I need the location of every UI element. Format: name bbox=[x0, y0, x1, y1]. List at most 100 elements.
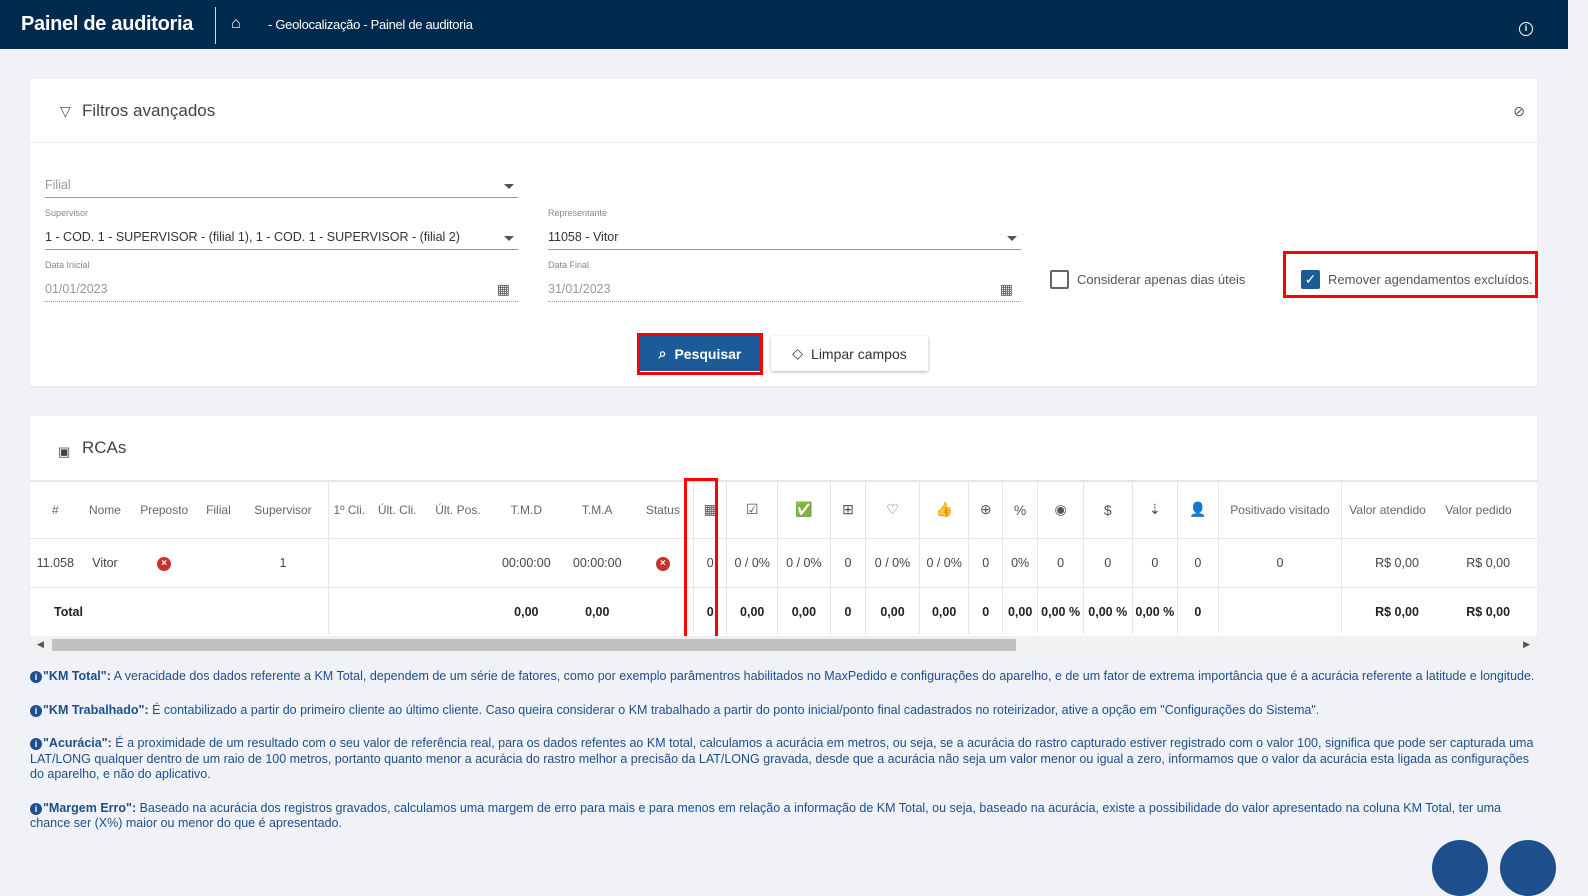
table-cell: 0 bbox=[1082, 538, 1133, 588]
representante-value: 11058 - Vitor bbox=[548, 230, 619, 244]
column-header[interactable]: 👤 bbox=[1177, 480, 1219, 539]
column-header[interactable]: T.M.D bbox=[490, 480, 562, 539]
table-cell bbox=[369, 538, 426, 588]
column-header[interactable]: Valor atendido bbox=[1341, 480, 1433, 539]
chevron-down-icon bbox=[504, 184, 514, 189]
home-icon[interactable]: ⌂ bbox=[231, 15, 241, 33]
floating-button[interactable] bbox=[1500, 840, 1556, 896]
table-cell: 1 bbox=[237, 538, 329, 588]
remover-excluidos-checkbox[interactable]: ✓ bbox=[1301, 270, 1320, 289]
dias-uteis-checkbox[interactable] bbox=[1050, 270, 1069, 289]
table-cell: 0 bbox=[1217, 538, 1342, 588]
column-header[interactable]: Filial bbox=[199, 480, 238, 539]
column-header[interactable]: Em a bbox=[1524, 480, 1537, 539]
filial-select[interactable]: Filial bbox=[45, 174, 518, 198]
clear-button[interactable]: ◇ Limpar campos bbox=[771, 336, 928, 371]
table-cell bbox=[1524, 587, 1537, 634]
rcas-header: ▣ RCAs bbox=[30, 416, 1537, 480]
note-paragraph: i "KM Trabalhado": É contabilizado a part… bbox=[30, 703, 1540, 719]
table-cell: 0 / 0% bbox=[777, 538, 831, 588]
column-header[interactable]: # bbox=[30, 480, 81, 539]
remover-excluidos-label: Remover agendamentos excluídos. bbox=[1328, 272, 1533, 287]
table-cell: 0,00 bbox=[561, 587, 633, 634]
column-header[interactable]: % bbox=[1001, 480, 1038, 539]
note-term: "Acurácia": bbox=[43, 736, 112, 750]
calendar-icon[interactable]: ▦ bbox=[497, 281, 510, 298]
representante-label: Representante bbox=[548, 208, 608, 218]
column-header[interactable]: Preposto bbox=[129, 480, 200, 539]
info-icon[interactable]: i bbox=[1519, 22, 1533, 36]
table-cell: 0,00 bbox=[726, 587, 778, 634]
table-cell: 0 bbox=[968, 587, 1003, 634]
horizontal-scrollbar[interactable]: ◀ ▶ bbox=[30, 636, 1537, 653]
percent-icon: % bbox=[1013, 501, 1027, 518]
thumbs-up-icon: 👍 bbox=[935, 501, 953, 518]
column-header[interactable]: Nome bbox=[80, 480, 130, 539]
clear-button-label: Limpar campos bbox=[811, 345, 907, 362]
rcas-table-wrapper: # Nome Preposto Filial Supervisor 1º Cli. Últ.… bbox=[30, 480, 1537, 634]
table-cell: Total bbox=[30, 587, 83, 634]
floating-button[interactable] bbox=[1432, 840, 1488, 896]
column-header[interactable]: 1º Cli. bbox=[328, 480, 370, 539]
column-header[interactable]: ⊞ bbox=[829, 480, 866, 539]
scrollbar-thumb[interactable] bbox=[52, 639, 1016, 651]
search-button[interactable]: ⌕ Pesquisar bbox=[640, 336, 760, 371]
rcas-title: RCAs bbox=[82, 438, 127, 457]
eye-off-icon[interactable]: ⊘ bbox=[1513, 103, 1525, 120]
filter-icon: ▽ bbox=[60, 103, 71, 119]
column-header[interactable]: ⇣ bbox=[1131, 480, 1178, 539]
table-row: 11.058 Vitor × 1 00:00:00 00:00:00 × 0 0 / 0% 0 /… bbox=[30, 538, 1537, 588]
table-cell: 0 bbox=[1037, 538, 1084, 588]
column-header[interactable]: Valor pedido bbox=[1432, 480, 1525, 539]
table-cell: R$ 0,00 bbox=[1341, 587, 1433, 634]
column-header[interactable]: Supervisor bbox=[237, 480, 329, 539]
note-paragraph: i "KM Total": A veracidade dos dados refe… bbox=[30, 669, 1540, 685]
table-cell bbox=[237, 587, 329, 634]
table-cell: 00:00:00 bbox=[490, 538, 562, 588]
table-cell bbox=[425, 587, 491, 634]
table-cell: 0 / 0% bbox=[726, 538, 778, 588]
table-cell: R$ 0,00 bbox=[1341, 538, 1433, 588]
sort-desc-icon: ⇣ bbox=[1148, 501, 1161, 518]
notes-section: i "KM Total": A veracidade dos dados refe… bbox=[30, 669, 1540, 850]
note-text: É a proximidade de um resultado com o se… bbox=[30, 736, 1534, 781]
table-cell: 11.058 bbox=[30, 538, 81, 588]
table-cell: 0,00 bbox=[490, 587, 562, 634]
column-header[interactable]: $ bbox=[1082, 480, 1133, 539]
plus-square-icon: ⊞ bbox=[842, 501, 854, 518]
column-header[interactable]: 👍 bbox=[918, 480, 969, 539]
column-header[interactable]: ◉ bbox=[1037, 480, 1084, 539]
info-icon: i bbox=[30, 802, 42, 815]
plus-circle-icon: ⊕ bbox=[979, 501, 992, 518]
scroll-left-icon[interactable]: ◀ bbox=[37, 639, 44, 650]
data-final-input[interactable]: Data Final 31/01/2023 ▦ bbox=[548, 260, 1021, 302]
column-header[interactable]: ♡ bbox=[865, 480, 920, 539]
divider bbox=[215, 7, 216, 44]
calendar-icon[interactable]: ▦ bbox=[1000, 281, 1013, 298]
data-inicial-label: Data Inicial bbox=[45, 260, 90, 270]
column-header[interactable]: ☑ bbox=[726, 480, 778, 539]
table-cell bbox=[199, 538, 238, 588]
clipboard-icon: ▣ bbox=[58, 444, 71, 459]
info-icon: i bbox=[30, 671, 42, 683]
column-header[interactable]: ✅ bbox=[777, 480, 831, 539]
rcas-table: # Nome Preposto Filial Supervisor 1º Cli. Últ.… bbox=[30, 480, 1537, 634]
column-header[interactable]: T.M.A bbox=[561, 480, 633, 539]
column-header[interactable]: ⊕ bbox=[968, 480, 1003, 539]
scroll-right-icon[interactable]: ▶ bbox=[1523, 639, 1530, 650]
column-header[interactable]: Últ. Pos. bbox=[425, 480, 491, 539]
data-inicial-input[interactable]: Data Inicial 01/01/2023 ▦ bbox=[45, 260, 518, 302]
table-cell: 00:00:00 bbox=[561, 538, 633, 588]
calendar-check-outline-icon: ☑ bbox=[745, 501, 759, 518]
table-cell: 0 / 0% bbox=[918, 538, 969, 588]
representante-select[interactable]: Representante 11058 - Vitor bbox=[548, 208, 1021, 250]
breadcrumb: - Geolocalização - Painel de auditoria bbox=[268, 17, 473, 32]
column-header[interactable]: Últ. Cli. bbox=[369, 480, 426, 539]
thumbs-up-outline-icon: ♡ bbox=[886, 501, 899, 518]
supervisor-select[interactable]: Supervisor 1 - COD. 1 - SUPERVISOR - (fi… bbox=[45, 208, 518, 250]
table-cell: 0,00 % bbox=[1037, 587, 1084, 634]
top-bar: Painel de auditoria ⌂ - Geolocalização -… bbox=[0, 0, 1568, 49]
rcas-panel: ▣ RCAs # Nome Preposto Filial Supervisor 1º C… bbox=[30, 416, 1537, 652]
column-header[interactable]: Positivado visitado bbox=[1217, 480, 1342, 539]
table-cell: 0,00 % bbox=[1131, 587, 1178, 634]
